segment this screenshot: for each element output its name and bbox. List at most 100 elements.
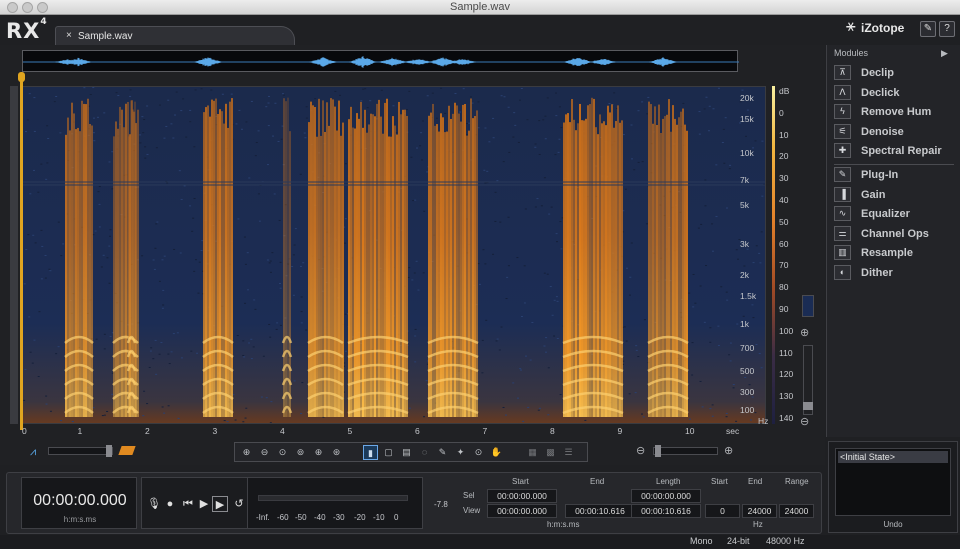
resample-icon: ▥ (834, 245, 851, 261)
zoom-out-horizontal-icon[interactable]: ⊖ (636, 444, 645, 457)
vertical-zoom-thumb[interactable] (803, 402, 813, 410)
loop-button[interactable]: ↺ (231, 496, 247, 512)
selection-field[interactable] (565, 489, 635, 503)
meter-bar (258, 495, 408, 501)
frequency-selection-tool-icon[interactable]: ▤ (399, 445, 414, 460)
selview-header: End (590, 477, 605, 486)
db-label: 10 (779, 129, 789, 140)
module-declick[interactable]: ᐱ Declick (834, 84, 954, 102)
db-label: 0 (779, 107, 784, 118)
time-label: 2 (145, 426, 150, 436)
view-field[interactable]: 00:00:00.000 (487, 504, 557, 518)
color-scale-bar (772, 86, 775, 424)
record-button[interactable]: ● (162, 496, 178, 512)
undo-history-list[interactable]: <Initial State> (835, 448, 951, 516)
modules-expand-icon[interactable]: ▶ (941, 48, 948, 59)
zoom-fit-icon[interactable]: ⊚ (293, 445, 308, 460)
izotope-logo-icon: ⚹ (846, 18, 856, 35)
current-time: 00:00:00.000 (33, 492, 127, 509)
tab-label: Sample.wav (78, 31, 133, 42)
db-label: 80 (779, 282, 789, 293)
microphone-icon[interactable]: 🎙︎ (146, 496, 162, 512)
wrench-icon: ✎ (923, 23, 933, 34)
zoom-out-vertical-icon[interactable]: ⊖ (800, 415, 809, 428)
module-channel-ops[interactable]: ⚌ Channel Ops (834, 225, 954, 243)
help-button[interactable]: ? (939, 21, 955, 37)
view-field[interactable]: 00:00:10.616 (631, 504, 701, 518)
magic-wand-tool-icon[interactable]: ✦ (453, 445, 468, 460)
gain-icon: ▐ (834, 186, 851, 202)
undo-panel: <Initial State> Undo (828, 441, 958, 533)
undo-history-item[interactable]: <Initial State> (838, 451, 948, 463)
waveform-overview[interactable] (22, 50, 739, 72)
tab-sample-wav[interactable]: × Sample.wav (55, 26, 295, 46)
play-button[interactable]: ▶ (196, 496, 212, 512)
range-field[interactable]: 0 (705, 504, 740, 518)
module-label: Declick (861, 86, 900, 99)
meter-scale-label: 0 (394, 513, 399, 522)
zoom-selection-icon[interactable]: ⊙ (275, 445, 290, 460)
time-label: 6 (415, 426, 420, 436)
selection-field[interactable]: 00:00:00.000 (631, 489, 701, 503)
zoom-out-icon[interactable]: ⊖ (257, 445, 272, 460)
time-label: 5 (347, 426, 353, 436)
horizontal-zoom-thumb[interactable] (655, 445, 661, 457)
range-field[interactable]: 24000 (742, 504, 777, 518)
range-field[interactable]: 24000 (779, 504, 814, 518)
meter-peak: -7.8 (434, 500, 448, 509)
vertical-scrollbar-left[interactable] (10, 86, 18, 424)
horizontal-zoom-slider[interactable] (653, 447, 718, 455)
zoom-in-horizontal-icon[interactable]: ⊕ (724, 444, 733, 457)
module-declip[interactable]: ⊼ Declip (834, 64, 954, 82)
range-unit: Hz (753, 520, 763, 529)
zoom-in-icon[interactable]: ⊕ (239, 445, 254, 460)
spectrogram-settings-icon[interactable] (802, 295, 814, 317)
waveform-toggle-icon[interactable]: ⩘ (30, 446, 36, 459)
db-label: 90 (779, 304, 789, 314)
zoom-time-icon[interactable]: ⊕ (311, 445, 326, 460)
rectangle-selection-tool-icon[interactable]: ▢ (381, 445, 396, 460)
harmonic-selection-icon[interactable]: ▦ (525, 445, 540, 460)
time-display: 00:00:00.000 h:m:s.ms (21, 477, 137, 529)
zoom-in-vertical-icon[interactable]: ⊕ (800, 326, 809, 339)
playhead-marker[interactable] (20, 74, 23, 430)
module-plug-in[interactable]: ✎ Plug-In (834, 166, 954, 184)
denoise-icon: ⚟ (834, 123, 851, 139)
selection-list-icon[interactable]: ☰ (561, 445, 576, 460)
db-label: 130 (779, 391, 794, 402)
module-remove-hum[interactable]: ϟ Remove Hum (834, 103, 954, 121)
module-label: Declip (861, 67, 895, 79)
spectrogram-display[interactable] (22, 86, 766, 424)
spectral-repair-icon: ✚ (834, 143, 851, 159)
time-label: 10 (685, 426, 695, 436)
hand-tool-icon[interactable]: ✋ (489, 445, 504, 460)
waveform-spectrogram-blend-slider[interactable] (48, 447, 113, 455)
settings-button[interactable]: ✎ (920, 21, 936, 37)
module-denoise[interactable]: ⚟ Denoise (834, 123, 954, 141)
module-equalizer[interactable]: ∿ Equalizer (834, 205, 954, 223)
freq-label: 15k (740, 114, 754, 124)
view-field[interactable]: 00:00:10.616 (565, 504, 635, 518)
playhead-handle[interactable] (18, 72, 25, 82)
lasso-tool-icon[interactable]: ◌ (417, 445, 432, 460)
module-dither[interactable]: ◐ Dither (834, 264, 954, 282)
blend-slider-thumb[interactable] (106, 445, 112, 457)
zoom-freq-icon[interactable]: ⊛ (329, 445, 344, 460)
module-spectral-repair[interactable]: ✚ Spectral Repair (834, 142, 954, 160)
rewind-button[interactable]: ⏮︎ (180, 496, 196, 512)
selection-field[interactable]: 00:00:00.000 (487, 489, 557, 503)
freq-label: 5k (740, 200, 749, 210)
play-selection-button[interactable]: ▶ (212, 496, 228, 512)
freq-unit: Hz (758, 416, 769, 426)
time-axis: 0 1 2 3 4 5 6 7 8 9 10 sec (22, 426, 742, 438)
modules-header: Modules (834, 48, 869, 58)
brush-tool-icon[interactable]: ✎ (435, 445, 450, 460)
module-gain[interactable]: ▐ Gain (834, 186, 954, 204)
find-similar-icon[interactable]: ▩ (543, 445, 558, 460)
tool-palette: ⊕ ⊖ ⊙ ⊚ ⊕ ⊛ ▮ ▢ ▤ ◌ ✎ ✦ ⊙ ✋ ▦ ▩ ☰ (234, 442, 588, 462)
module-resample[interactable]: ▥ Resample (834, 244, 954, 262)
declip-icon: ⊼ (834, 65, 851, 80)
close-tab-icon[interactable]: × (66, 30, 72, 41)
zoom-tool-icon[interactable]: ⊙ (471, 445, 486, 460)
time-selection-tool-icon[interactable]: ▮ (363, 445, 378, 460)
